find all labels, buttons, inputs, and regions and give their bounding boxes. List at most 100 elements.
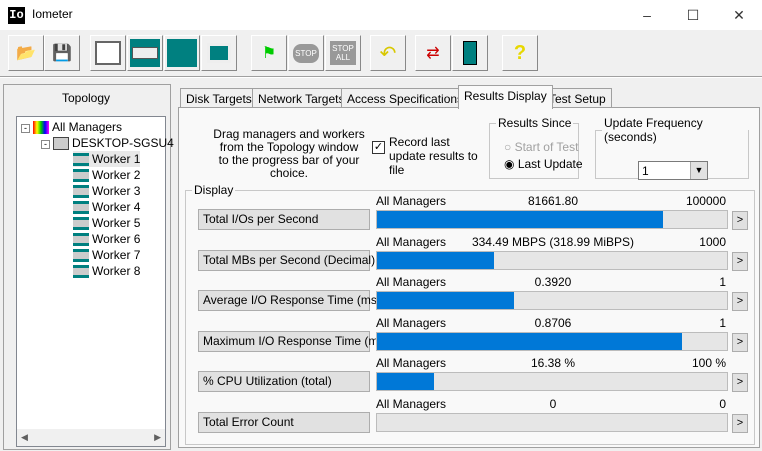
expand-button[interactable]: > [732, 332, 748, 352]
tab-network-targets[interactable]: Network Targets [252, 88, 351, 108]
tree-label: Worker 4 [92, 200, 141, 214]
topology-pane: Topology - All Managers - DESKTOP-SGSU4 Wo… [3, 84, 174, 450]
exit-button[interactable] [452, 35, 488, 71]
tree-label: Worker 3 [92, 184, 141, 198]
all-managers-icon [33, 121, 49, 135]
update-frequency-title: Update Frequency (seconds) [604, 116, 703, 144]
expand-button[interactable]: > [732, 251, 748, 271]
disk-worker-icon [73, 201, 89, 215]
row-max: 100000 [685, 194, 726, 208]
radio-start-of-test[interactable]: ○ Start of Test [504, 140, 578, 154]
close-button[interactable]: ✕ [716, 0, 762, 30]
open-icon: 📂 [16, 45, 36, 62]
tree-node-worker[interactable]: Worker 1 [73, 151, 141, 167]
expand-button[interactable]: > [732, 413, 748, 433]
stop-button[interactable]: STOP [288, 35, 324, 71]
minimize-button[interactable]: – [624, 0, 670, 30]
progress-bar[interactable] [376, 372, 728, 391]
tree-node-worker[interactable]: Worker 4 [73, 199, 140, 215]
computer-icon [95, 41, 121, 65]
start-button[interactable]: ⚑ [251, 35, 287, 71]
tree-node-worker[interactable]: Worker 7 [73, 247, 140, 263]
progress-bar[interactable] [376, 291, 728, 310]
display-metric-button[interactable]: Total I/Os per Second [198, 209, 370, 230]
open-button[interactable]: 📂 [8, 35, 44, 71]
horizontal-scrollbar[interactable]: ◀ ▶ [17, 429, 165, 446]
maximize-button[interactable]: ☐ [670, 0, 716, 30]
toolbar-divider [0, 76, 762, 78]
collapse-icon[interactable]: - [41, 140, 50, 149]
record-checkbox[interactable]: ✓ [372, 141, 385, 154]
display-title: Display [194, 183, 234, 197]
progress-fill [377, 332, 682, 350]
expand-button[interactable]: > [732, 373, 748, 392]
duplicate-worker-button[interactable] [201, 35, 237, 71]
row-max: 0 [719, 396, 726, 411]
exit-door-icon [463, 41, 477, 65]
chevron-down-icon[interactable]: ▼ [690, 162, 707, 179]
tree-node-worker[interactable]: Worker 2 [73, 167, 140, 183]
tree-node-worker[interactable]: Worker 3 [73, 183, 140, 199]
computer-icon [53, 137, 69, 151]
tab-results-display[interactable]: Results Display [458, 85, 553, 109]
disconnect-icon: ⇄ [426, 45, 440, 62]
display-metric-button[interactable]: % CPU Utilization (total) [198, 371, 370, 392]
collapse-icon[interactable]: - [21, 124, 30, 133]
disk-worker-icon [73, 185, 89, 199]
tree-label: DESKTOP-SGSU4 [72, 136, 174, 150]
expand-button[interactable]: > [732, 211, 748, 230]
radio-last-update[interactable]: ◉ Last Update [504, 157, 583, 171]
save-button[interactable]: 💾 [44, 35, 80, 71]
row-max: 1 [719, 275, 726, 289]
progress-fill [377, 211, 663, 228]
update-frequency-select[interactable]: 1 ▼ [638, 161, 708, 180]
stop-icon: STOP [293, 43, 319, 63]
progress-fill [377, 292, 515, 309]
new-network-worker-button[interactable] [164, 35, 200, 71]
disconnect-button[interactable]: ⇄ [415, 35, 451, 71]
tree-node-worker[interactable]: Worker 6 [73, 231, 140, 247]
progress-bar[interactable] [376, 210, 728, 229]
results-since-group: Results Since ○ Start of Test ◉ Last Upd… [489, 116, 583, 179]
tree-label: Worker 2 [92, 168, 141, 182]
stop-all-button[interactable]: STOP ALL [325, 35, 361, 71]
disk-worker-icon [130, 39, 160, 67]
update-frequency-value: 1 [642, 164, 649, 178]
progress-bar[interactable] [376, 331, 728, 351]
help-icon: ? [513, 41, 527, 64]
tree-node-worker[interactable]: Worker 8 [73, 263, 140, 279]
network-worker-icon [167, 39, 197, 67]
radio-label: Start of Test [514, 140, 579, 154]
display-metric-button[interactable]: Total Error Count [198, 411, 370, 433]
tree-label: All Managers [52, 120, 123, 134]
tree-node-manager[interactable]: - DESKTOP-SGSU4 [41, 135, 174, 151]
duplicate-worker-icon [207, 43, 231, 63]
display-metric-button[interactable]: Maximum I/O Response Time (ms) [198, 330, 388, 352]
display-metric-button[interactable]: Average I/O Response Time (ms) [198, 290, 381, 311]
back-arrow-icon: ↶ [379, 42, 397, 65]
tab-test-setup[interactable]: Test Setup [543, 88, 612, 108]
save-icon: 💾 [52, 45, 72, 62]
instruction-line: to the progress bar of your choice. [218, 153, 360, 180]
new-worker-button[interactable] [127, 35, 163, 71]
progress-bar[interactable] [376, 412, 728, 432]
disk-worker-icon [73, 217, 89, 231]
disk-worker-icon [73, 265, 89, 279]
start-manager-button[interactable] [90, 35, 126, 71]
tree-node-all-managers[interactable]: - All Managers [21, 119, 122, 135]
tab-access-specifications[interactable]: Access Specifications [341, 88, 470, 108]
help-button[interactable]: ? [502, 35, 538, 71]
reset-button[interactable]: ↶ [370, 35, 406, 71]
row-max: 1000 [699, 234, 726, 249]
display-group: Display Total I/Os per Second All Manage… [185, 183, 755, 445]
row-max: 1 [719, 315, 726, 330]
tab-disk-targets[interactable]: Disk Targets [180, 88, 258, 108]
expand-button[interactable]: > [732, 292, 748, 311]
title-bar: Io Iometer – ☐ ✕ [0, 0, 762, 30]
progress-bar[interactable] [376, 250, 728, 270]
tree-label: Worker 1 [92, 152, 141, 166]
display-metric-button[interactable]: Total MBs per Second (Decimal) [198, 249, 375, 271]
tree-node-worker[interactable]: Worker 5 [73, 215, 140, 231]
green-flag-icon: ⚑ [261, 45, 277, 62]
disk-worker-icon [73, 169, 89, 183]
